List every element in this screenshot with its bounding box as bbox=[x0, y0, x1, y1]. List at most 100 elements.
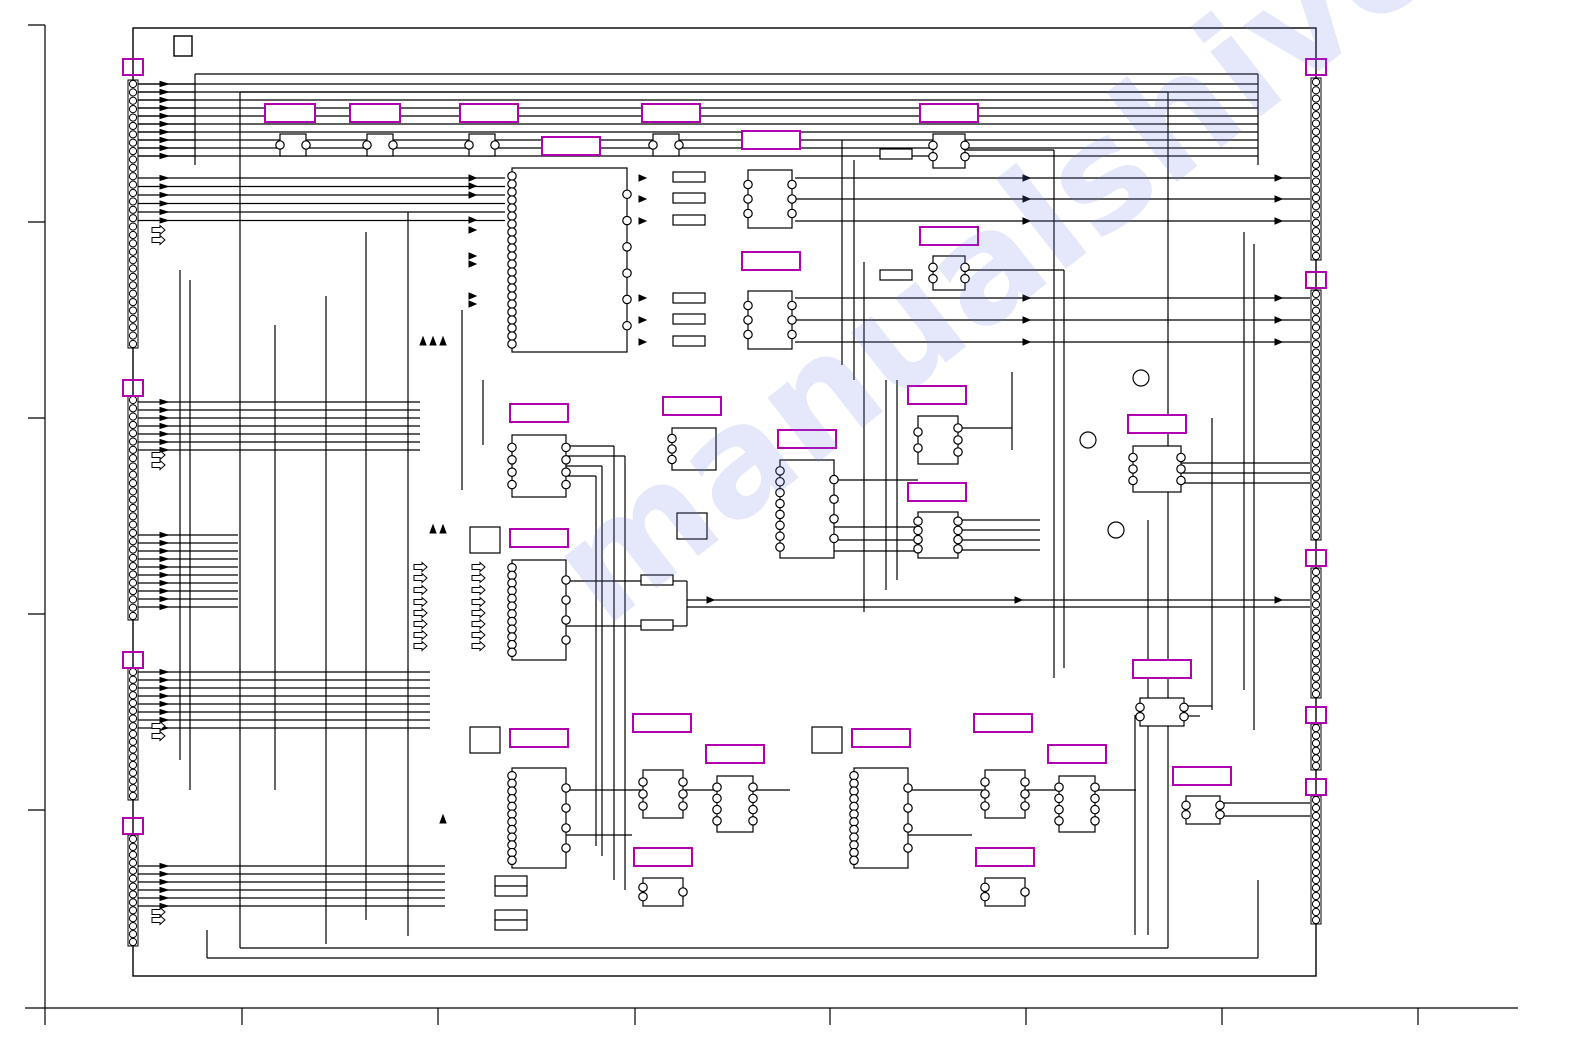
analog-arrow bbox=[471, 629, 486, 641]
ic-label bbox=[641, 103, 701, 123]
ic-label bbox=[509, 403, 569, 423]
bus-left-bottom-arrow bbox=[159, 716, 170, 724]
connector-right-2-pin bbox=[1311, 456, 1321, 465]
ic-decoder-pin bbox=[507, 454, 517, 465]
ic-opamp-c-pin bbox=[1181, 800, 1191, 811]
connector-right-5-pin bbox=[1311, 827, 1321, 837]
connector-right-4-pin bbox=[1311, 723, 1321, 733]
connector-right-1-pin bbox=[1311, 152, 1321, 161]
connector-left-2-pin bbox=[128, 545, 138, 554]
connector-right-2-pin bbox=[1311, 365, 1321, 374]
connector-left-1-pin bbox=[128, 146, 138, 156]
ic-opamp-a-pin bbox=[712, 815, 722, 826]
connector-right-5-pin bbox=[1311, 867, 1321, 877]
transistor bbox=[1132, 369, 1150, 387]
ic-switch-b bbox=[932, 255, 966, 291]
connector-right-3-pin bbox=[1311, 576, 1321, 585]
signal-arrow bbox=[1022, 195, 1032, 203]
connector-right-2-pin bbox=[1311, 339, 1321, 349]
connector-right-2-pin bbox=[1311, 481, 1321, 491]
connector-right-4-pin bbox=[1311, 739, 1321, 748]
ic-buffer-a-pin bbox=[743, 194, 753, 204]
analog-arrow bbox=[413, 584, 428, 596]
connector-right-1-pin bbox=[1311, 185, 1321, 194]
ic-label bbox=[741, 251, 801, 271]
analog-arrow bbox=[413, 640, 428, 652]
connector-left-3-pin bbox=[128, 753, 138, 762]
ic-amp-small-pin bbox=[1135, 702, 1145, 713]
signal-arrow bbox=[468, 226, 478, 234]
connector-right-1-pin bbox=[1311, 86, 1321, 95]
bus-left-lower-arrow bbox=[159, 563, 170, 571]
analog-arrow bbox=[413, 618, 428, 630]
signal-arrow bbox=[638, 174, 648, 182]
connector-left-1-pin bbox=[128, 197, 138, 206]
ic-opamp-a-pin bbox=[712, 804, 722, 815]
schematic-sheet: manualshive.com bbox=[0, 0, 1583, 1064]
connector-right-2-pin bbox=[1311, 406, 1321, 415]
connector-left-2-pin bbox=[128, 603, 138, 612]
ic-logic-a-pin bbox=[953, 447, 963, 457]
ic-mux-main-pin bbox=[507, 275, 517, 285]
ic-reg-4-pin bbox=[648, 140, 658, 150]
resistor bbox=[640, 574, 674, 586]
connector-right-2-pin bbox=[1311, 515, 1321, 524]
ic-analog-switch-pin bbox=[775, 542, 785, 552]
ic-mux-main-pin bbox=[507, 171, 517, 181]
connector-right-2-pin bbox=[1311, 440, 1321, 449]
ic-opamp-a-pin bbox=[748, 793, 758, 804]
ic-label bbox=[973, 713, 1033, 733]
connector-left-1-pin bbox=[128, 289, 138, 298]
connector-left-4-pin bbox=[128, 858, 138, 867]
connector-left-1-pin bbox=[128, 96, 138, 105]
ic-logic-b-pin bbox=[913, 516, 923, 526]
bus-left-upper-arrow bbox=[159, 183, 170, 190]
ic-label bbox=[975, 847, 1035, 867]
connector-left-4-pin bbox=[128, 874, 138, 883]
ic-mux-main-pin bbox=[507, 195, 517, 205]
connector-left-1-pin bbox=[128, 180, 138, 189]
ic-mux-main-pin bbox=[507, 299, 517, 309]
connector-left-4-pin bbox=[128, 937, 138, 947]
ic-selector-c-pin bbox=[903, 843, 913, 853]
ic-amp-small bbox=[1139, 697, 1185, 727]
resistor bbox=[640, 619, 674, 631]
ic-mux-main-pin bbox=[507, 187, 517, 197]
bus-left-lower-arrow bbox=[159, 571, 170, 579]
connector-right-3-pin bbox=[1311, 632, 1321, 642]
resistor bbox=[494, 885, 528, 897]
connector-left-1-pin bbox=[128, 230, 138, 240]
connector-right-3-pin bbox=[1311, 616, 1321, 625]
bus-left-upper-arrow bbox=[159, 200, 170, 207]
connector-right-5-pin bbox=[1311, 803, 1321, 813]
signal-arrow-up bbox=[429, 523, 437, 534]
ic-eeprom-pin bbox=[667, 433, 677, 444]
connector-right-3-pin bbox=[1311, 567, 1321, 577]
bus-left-middle-arrow bbox=[159, 406, 170, 414]
ic-opamp-b-pin bbox=[1054, 782, 1064, 792]
transistor bbox=[1107, 521, 1125, 539]
connector-left-3-pin bbox=[128, 667, 138, 677]
bus-right-top-arrow bbox=[159, 136, 170, 144]
connector-left-1-pin bbox=[128, 163, 138, 172]
signal-arrow bbox=[468, 191, 478, 199]
analog-arrow bbox=[413, 607, 428, 619]
ic-label bbox=[919, 103, 979, 123]
bus-left-middle-arrow bbox=[159, 422, 170, 430]
ic-selector-b-pin bbox=[507, 855, 517, 866]
signal-arrow bbox=[1274, 338, 1284, 346]
ic-buffer-a bbox=[747, 169, 793, 229]
connector-right-3-pin bbox=[1311, 657, 1321, 666]
resistor bbox=[672, 214, 706, 226]
ic-driver-a-pin bbox=[638, 777, 648, 787]
ic-small-a bbox=[642, 877, 684, 907]
ic-eeprom-pin bbox=[667, 444, 677, 454]
ic-analog-switch-pin bbox=[829, 513, 839, 524]
signal-arrow bbox=[638, 195, 648, 203]
connector-left-2-pin bbox=[128, 495, 138, 504]
signal-arrow bbox=[638, 294, 648, 302]
bus-right-top-arrow bbox=[159, 104, 170, 112]
ic-selector-c-pin bbox=[849, 855, 859, 866]
connector-right-2-pin bbox=[1311, 390, 1321, 399]
ic-opamp-a-pin bbox=[712, 793, 722, 804]
